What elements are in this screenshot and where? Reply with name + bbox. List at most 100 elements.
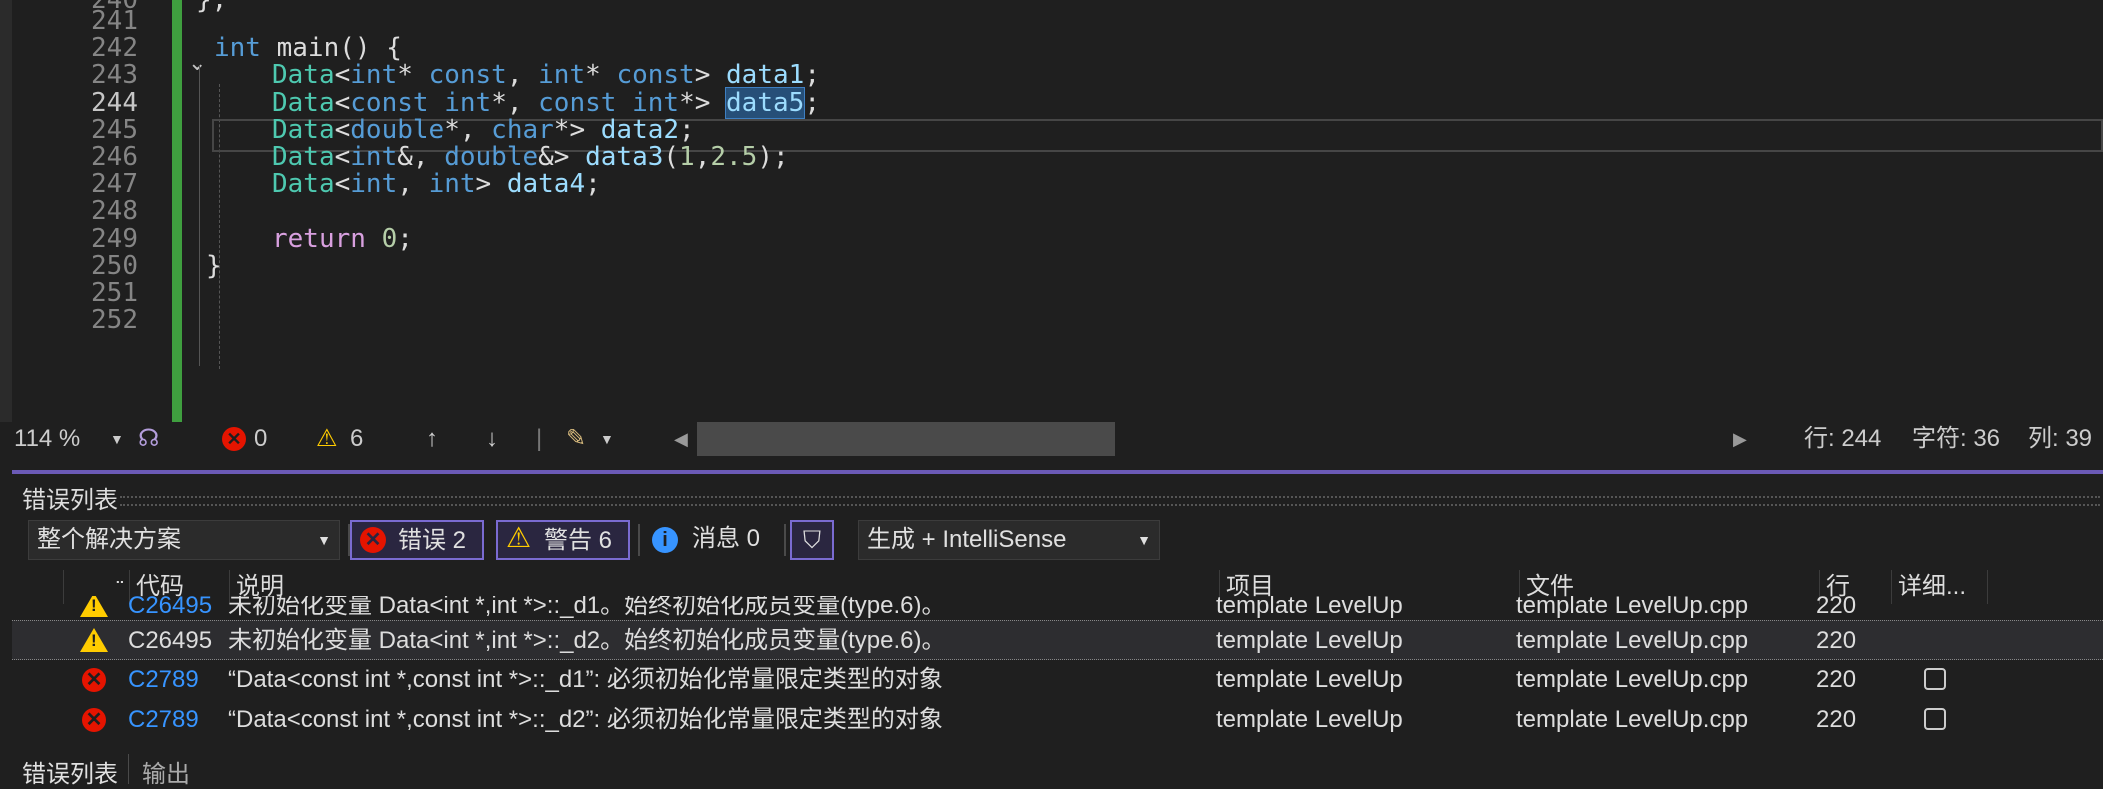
- error-icon: ✕: [82, 708, 106, 732]
- cursor-char[interactable]: 字符: 36: [1912, 422, 2000, 456]
- number: 1: [679, 142, 695, 172]
- status-separator: |: [536, 425, 543, 452]
- error-project: template LevelUp: [1216, 706, 1403, 733]
- detail-copy-icon[interactable]: [1924, 708, 1946, 730]
- errors-filter-label: 错误 2: [398, 527, 467, 554]
- previous-issue-arrow-icon[interactable]: ↑: [426, 422, 438, 456]
- brush-dropdown-chevron-icon[interactable]: ▼: [600, 422, 614, 456]
- build-source-dropdown[interactable]: 生成 + IntelliSense ▼: [858, 520, 1160, 560]
- horizontal-scrollbar-thumb[interactable]: [697, 422, 1115, 456]
- code-line-247[interactable]: Data<int, int> data4;: [272, 166, 601, 202]
- info-icon: i: [652, 527, 678, 553]
- panel-accent-bar: [12, 470, 2103, 474]
- block-guide-line: [199, 66, 200, 366]
- closing-brace: };: [196, 0, 228, 15]
- table-row-warning-selected[interactable]: C26495 未初始化变量 Data<int *,int *>::_d2。始终初…: [12, 620, 2103, 660]
- code-cleanup-icon[interactable]: ☊: [138, 422, 159, 456]
- fold-chevron-icon[interactable]: ⌄: [188, 50, 206, 76]
- error-line: 220: [1816, 627, 1857, 654]
- error-code[interactable]: C26495: [128, 621, 212, 661]
- punct: <: [334, 169, 351, 199]
- line-number-gutter: 240 241 242 243 244 245 246 247 248 249 …: [12, 0, 172, 422]
- error-file: template LevelUp.cpp: [1516, 627, 1749, 654]
- table-row-error[interactable]: ✕ C2789 “Data<const int *,const int *>::…: [12, 700, 2103, 740]
- error-file: template LevelUp.cpp: [1516, 666, 1749, 693]
- toolbar-separator: [638, 524, 640, 556]
- code-line-249[interactable]: return 0;: [272, 221, 413, 257]
- panel-title: 错误列表: [22, 487, 118, 514]
- code-editor[interactable]: 240 241 242 243 244 245 246 247 248 249 …: [0, 0, 2103, 422]
- filter-button[interactable]: ⛉: [790, 520, 834, 560]
- messages-filter-toggle[interactable]: i 消息 0: [652, 520, 780, 560]
- error-icon: ✕: [82, 668, 106, 692]
- table-row-warning[interactable]: C26495 未初始化变量 Data<int *,int *>::_d1。始终初…: [12, 596, 2103, 618]
- type-name: Data: [272, 169, 335, 199]
- error-line: 220: [1816, 706, 1857, 733]
- table-row-error[interactable]: ✕ C2789 “Data<const int *,const int *>::…: [12, 660, 2103, 700]
- filter-icon: ⛉: [803, 527, 821, 554]
- keyword: int: [350, 169, 398, 199]
- scope-value: 整个解决方案: [37, 526, 181, 553]
- error-file: template LevelUp.cpp: [1516, 706, 1749, 733]
- error-code-link[interactable]: C2789: [128, 660, 199, 700]
- chevron-down-icon: ▼: [1137, 532, 1151, 548]
- number: 2.5: [710, 142, 758, 172]
- warning-icon: [80, 596, 108, 617]
- error-description: 未初始化变量 Data<int *,int *>::_d1。始终初始化成员变量(…: [228, 596, 946, 618]
- punct: ,: [397, 169, 429, 199]
- punct: ;: [804, 88, 820, 118]
- code-line-250[interactable]: }: [206, 248, 222, 284]
- scroll-right-icon[interactable]: ▶: [1733, 422, 1747, 456]
- closing-brace: }: [206, 251, 222, 281]
- warnings-filter-toggle[interactable]: ⚠ 警告 6: [496, 520, 630, 560]
- scope-dropdown[interactable]: 整个解决方案 ▼: [28, 520, 340, 560]
- error-code-link[interactable]: C2789: [128, 700, 199, 740]
- brush-icon[interactable]: ✎: [566, 422, 586, 456]
- variable: data4: [506, 169, 586, 199]
- code-line-240[interactable]: };: [196, 0, 227, 18]
- warning-count-icon[interactable]: ⚠: [316, 422, 338, 456]
- line-number: 252: [91, 305, 138, 335]
- error-list-panel: 错误列表 整个解决方案 ▼ ✕ 错误 2 ⚠ 警告 6 i 消息 0 ⛉ 生成 …: [12, 470, 2103, 788]
- error-project: template LevelUp: [1216, 666, 1403, 693]
- error-count[interactable]: 0: [254, 422, 267, 456]
- punct: );: [757, 142, 789, 172]
- punct: ,: [694, 142, 711, 172]
- next-issue-arrow-icon[interactable]: ↓: [486, 422, 498, 456]
- error-line: 220: [1816, 666, 1857, 693]
- cursor-column[interactable]: 列: 39: [2028, 422, 2092, 456]
- punct: (: [663, 142, 680, 172]
- error-description: 未初始化变量 Data<int *,int *>::_d2。始终初始化成员变量(…: [228, 627, 946, 654]
- messages-filter-label: 消息 0: [692, 525, 761, 552]
- punct: [366, 224, 382, 254]
- punct: >: [475, 169, 507, 199]
- zoom-dropdown-chevron-icon[interactable]: ▼: [110, 422, 124, 456]
- warning-icon: [80, 628, 108, 652]
- keyword: int: [428, 169, 476, 199]
- cursor-line[interactable]: 行: 244: [1804, 422, 1881, 456]
- keyword-return: return: [272, 224, 366, 254]
- chevron-down-icon: ▼: [317, 532, 331, 548]
- punct: ;: [585, 169, 601, 199]
- error-icon: ✕: [360, 527, 386, 553]
- error-project: template LevelUp: [1216, 627, 1403, 654]
- error-code-link[interactable]: C26495: [128, 596, 212, 618]
- zoom-level[interactable]: 114 %: [14, 422, 80, 456]
- keyword-int: int: [214, 33, 261, 63]
- error-line: 220: [1816, 596, 1857, 618]
- tab-separator: [128, 754, 129, 784]
- scroll-left-icon[interactable]: ◀: [674, 422, 688, 456]
- warning-count[interactable]: 6: [350, 422, 363, 456]
- error-count-icon[interactable]: ✕: [222, 427, 246, 451]
- warning-icon: ⚠: [506, 522, 532, 553]
- change-tracking-bar: [172, 0, 182, 422]
- panel-bottom-tabs: 错误列表 输出: [12, 754, 2103, 788]
- panel-title-grip[interactable]: [120, 496, 2100, 506]
- detail-copy-icon[interactable]: [1924, 668, 1946, 690]
- error-project: template LevelUp: [1216, 596, 1403, 618]
- errors-filter-toggle[interactable]: ✕ 错误 2: [350, 520, 484, 560]
- error-description: “Data<const int *,const int *>::_d1”: 必须…: [228, 666, 943, 693]
- selected-variable[interactable]: data5: [725, 87, 806, 119]
- error-description: “Data<const int *,const int *>::_d2”: 必须…: [228, 706, 943, 733]
- build-source-value: 生成 + IntelliSense: [867, 526, 1067, 553]
